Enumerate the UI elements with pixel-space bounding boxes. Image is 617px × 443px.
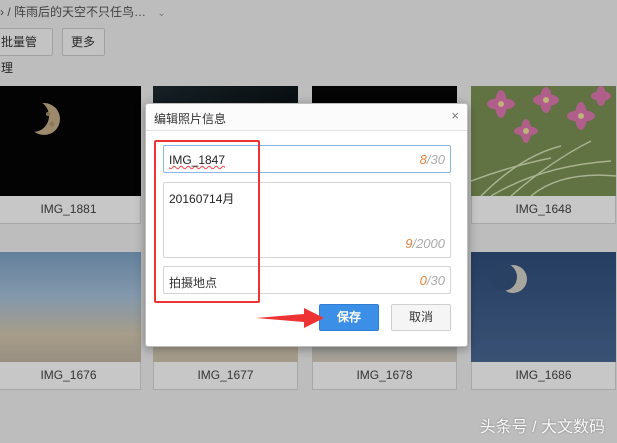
close-icon[interactable]: × [451, 108, 459, 123]
dialog-header: 编辑照片信息 × [146, 104, 467, 131]
dialog-title: 编辑照片信息 [154, 112, 227, 126]
description-char-max: 2000 [416, 236, 445, 251]
watermark: 头条号 / 大文数码 [479, 419, 605, 436]
cancel-button[interactable]: 取消 [391, 304, 451, 331]
location-char-max: 30 [430, 273, 445, 288]
name-char-max: 30 [430, 152, 445, 167]
red-arrow-annotation [256, 308, 324, 328]
highlight-annotation-box [154, 140, 260, 303]
name-char-counter: 8/30 [419, 152, 445, 167]
name-char-count: 8 [419, 152, 427, 167]
photo-album-page: › / 阵雨后的天空不只任鸟… ⌄ 批量管理 更多 IMG_1881 IMG_1… [0, 0, 617, 443]
save-button[interactable]: 保存 [319, 304, 379, 331]
description-char-count: 9 [405, 236, 413, 251]
location-char-counter: 0/30 [419, 273, 445, 288]
location-char-count: 0 [419, 273, 427, 288]
description-char-counter: 9/2000 [405, 236, 445, 251]
